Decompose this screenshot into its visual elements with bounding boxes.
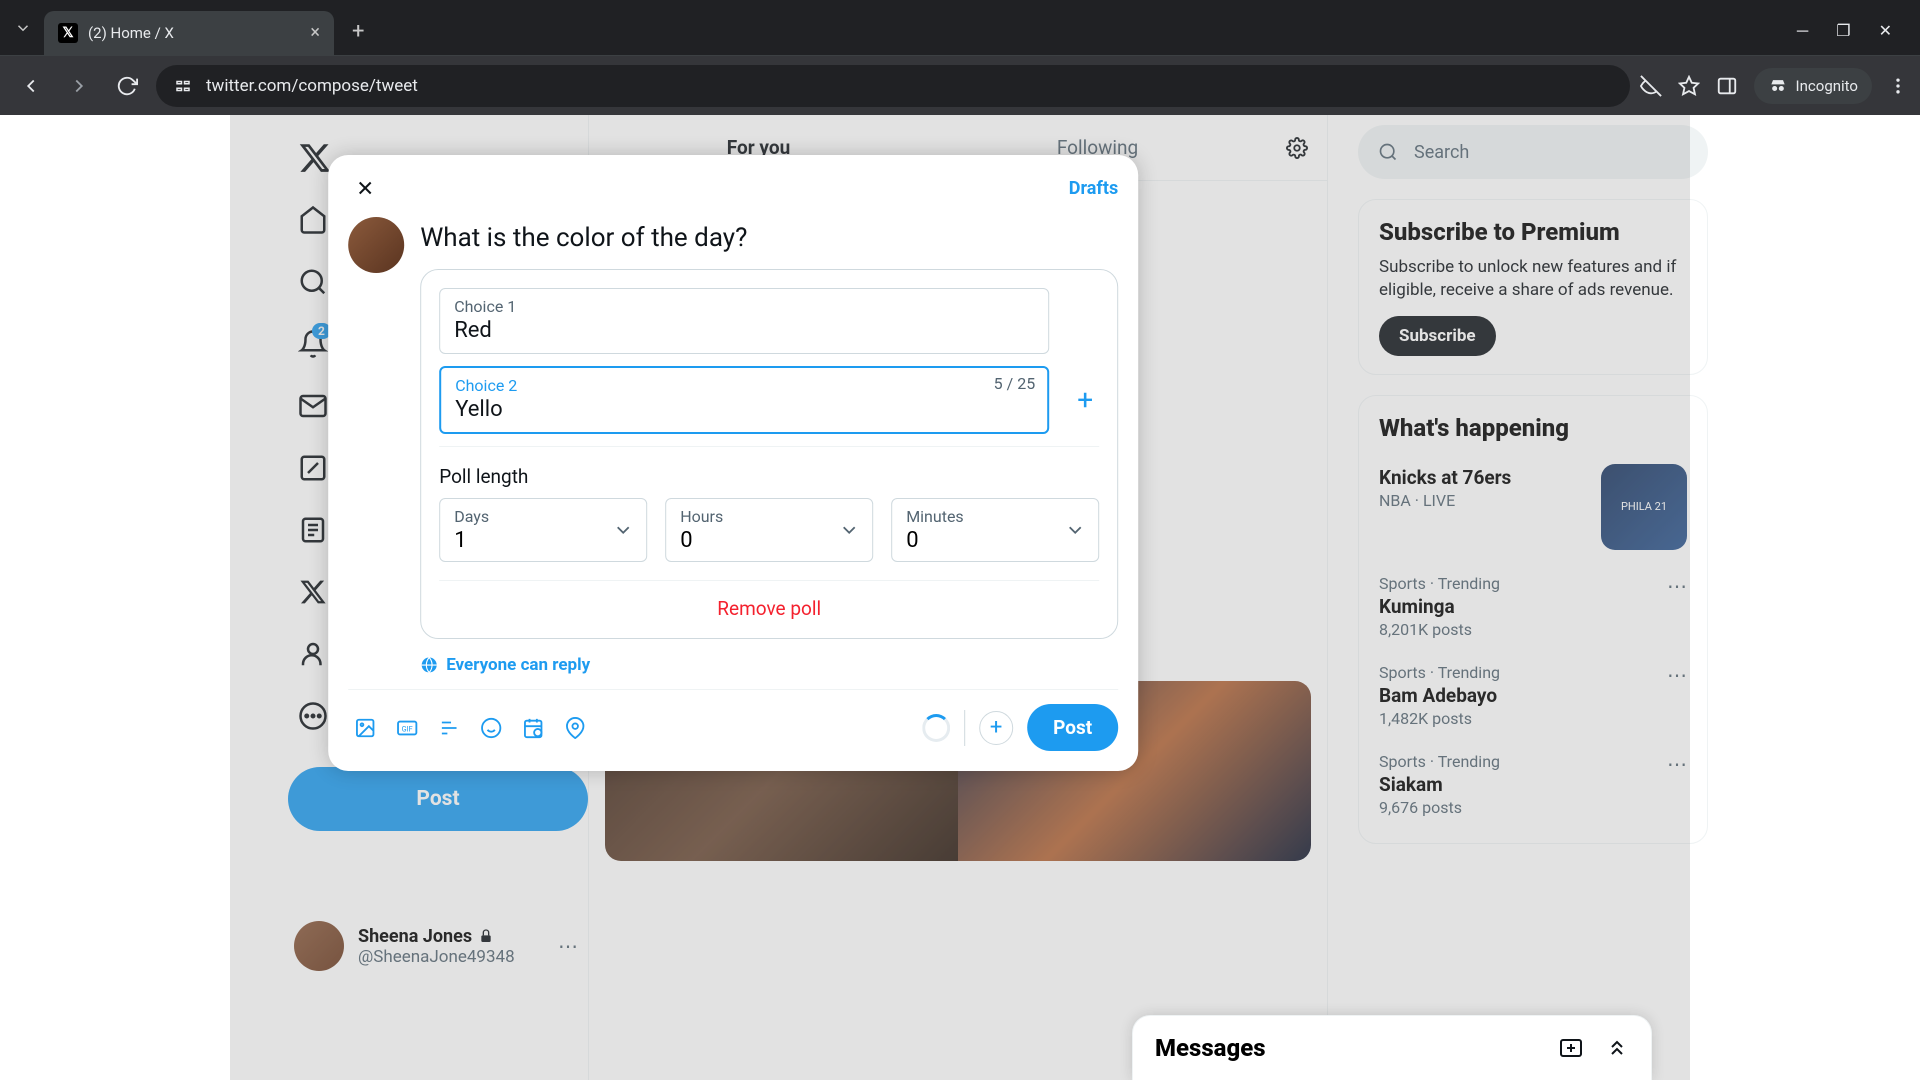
bookmark-star-icon[interactable] bbox=[1678, 75, 1700, 97]
choice-value: Red bbox=[454, 318, 1034, 343]
post-submit-button[interactable]: Post bbox=[1027, 704, 1118, 751]
add-choice-button[interactable]: + bbox=[1077, 384, 1093, 417]
messages-title: Messages bbox=[1155, 1034, 1266, 1062]
eye-off-icon[interactable] bbox=[1640, 75, 1662, 97]
location-icon[interactable] bbox=[564, 717, 586, 739]
tab-title: (2) Home / X bbox=[88, 24, 300, 42]
gif-icon[interactable]: GIF bbox=[396, 717, 418, 739]
chevron-down-icon bbox=[1064, 519, 1086, 541]
char-counter: 5 / 25 bbox=[994, 374, 1036, 393]
poll-choice-2[interactable]: Choice 2 5 / 25 Yello bbox=[439, 366, 1049, 434]
close-icon[interactable] bbox=[348, 171, 382, 205]
expand-dock-icon[interactable] bbox=[1605, 1036, 1629, 1060]
char-progress-ring bbox=[922, 714, 950, 742]
url-field[interactable]: twitter.com/compose/tweet bbox=[156, 65, 1630, 107]
compose-toolbar: GIF + Post bbox=[348, 689, 1118, 751]
incognito-label: Incognito bbox=[1796, 77, 1858, 95]
chevron-down-icon bbox=[838, 519, 860, 541]
minutes-select[interactable]: Minutes 0 bbox=[891, 498, 1099, 562]
back-button[interactable] bbox=[12, 67, 50, 105]
x-favicon: 𝕏 bbox=[58, 23, 78, 43]
choice-value: Yello bbox=[455, 397, 1033, 422]
messages-dock[interactable]: Messages bbox=[1132, 1015, 1652, 1080]
reply-settings-button[interactable]: Everyone can reply bbox=[420, 655, 1118, 675]
incognito-icon bbox=[1768, 76, 1788, 96]
address-bar: twitter.com/compose/tweet Incognito bbox=[0, 55, 1920, 115]
add-post-button[interactable]: + bbox=[979, 711, 1013, 745]
poll-icon[interactable] bbox=[438, 717, 460, 739]
compose-avatar bbox=[348, 217, 404, 273]
schedule-icon[interactable] bbox=[522, 717, 544, 739]
reload-button[interactable] bbox=[108, 67, 146, 105]
divider bbox=[964, 710, 965, 746]
globe-icon bbox=[420, 656, 438, 674]
page-content: Home Explore 2Notifications Messages Gro… bbox=[0, 115, 1920, 1080]
window-controls: ─ ❐ ✕ bbox=[1797, 21, 1910, 41]
select-value: 0 bbox=[906, 528, 1084, 553]
choice-label: Choice 1 bbox=[454, 297, 1034, 316]
side-panel-icon[interactable] bbox=[1716, 75, 1738, 97]
browser-menu-icon[interactable] bbox=[1888, 76, 1908, 96]
remove-poll-button[interactable]: Remove poll bbox=[439, 580, 1099, 620]
close-window-icon[interactable]: ✕ bbox=[1879, 21, 1892, 41]
browser-tab[interactable]: 𝕏 (2) Home / X × bbox=[44, 11, 334, 55]
site-settings-icon[interactable] bbox=[174, 77, 192, 95]
select-label: Minutes bbox=[906, 507, 1084, 526]
tab-bar: 𝕏 (2) Home / X × + ─ ❐ ✕ bbox=[0, 0, 1920, 55]
poll-choice-1[interactable]: Choice 1 Red bbox=[439, 288, 1049, 354]
tab-close-icon[interactable]: × bbox=[310, 22, 320, 43]
minimize-icon[interactable]: ─ bbox=[1797, 21, 1808, 41]
days-select[interactable]: Days 1 bbox=[439, 498, 647, 562]
browser-chrome: 𝕏 (2) Home / X × + ─ ❐ ✕ twitter.com/com… bbox=[0, 0, 1920, 115]
maximize-icon[interactable]: ❐ bbox=[1836, 21, 1850, 41]
select-value: 0 bbox=[680, 528, 858, 553]
select-label: Days bbox=[454, 507, 632, 526]
new-message-icon[interactable] bbox=[1559, 1036, 1583, 1060]
drafts-button[interactable]: Drafts bbox=[1069, 178, 1118, 199]
tab-search-dropdown[interactable] bbox=[10, 15, 36, 41]
select-value: 1 bbox=[454, 528, 632, 553]
incognito-badge[interactable]: Incognito bbox=[1754, 68, 1872, 104]
svg-text:GIF: GIF bbox=[402, 724, 413, 733]
new-tab-button[interactable]: + bbox=[342, 19, 374, 44]
poll-card: Choice 1 Red Choice 2 5 / 25 Yello bbox=[420, 269, 1118, 639]
reply-setting-label: Everyone can reply bbox=[446, 655, 590, 675]
compose-text-input[interactable]: What is the color of the day? bbox=[420, 217, 1118, 269]
url-text: twitter.com/compose/tweet bbox=[206, 76, 418, 96]
poll-length-label: Poll length bbox=[439, 446, 1099, 488]
compose-modal: Drafts What is the color of the day? Cho… bbox=[328, 155, 1138, 771]
forward-button[interactable] bbox=[60, 67, 98, 105]
choice-label: Choice 2 bbox=[455, 376, 1033, 395]
select-label: Hours bbox=[680, 507, 858, 526]
chevron-down-icon bbox=[612, 519, 634, 541]
hours-select[interactable]: Hours 0 bbox=[665, 498, 873, 562]
emoji-icon[interactable] bbox=[480, 717, 502, 739]
media-icon[interactable] bbox=[354, 717, 376, 739]
